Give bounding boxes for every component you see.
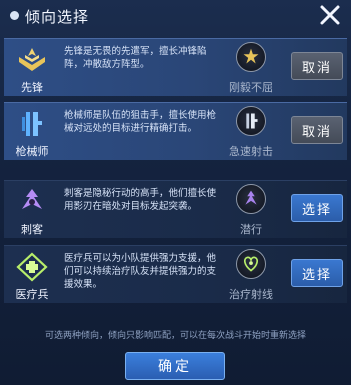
assassin-blade-icon bbox=[22, 189, 42, 209]
trait-name: 潜行 bbox=[240, 223, 262, 236]
footer-note: 可选两种倾向，倾向只影响匹配，可以在每次战斗开始时重新选择 bbox=[44, 331, 306, 341]
role-row-vanguard: 先锋 先锋是无畏的先遣军，擅长冲锋陷阵，冲散敌方阵型。 刚毅不屈 取消 bbox=[4, 38, 347, 96]
role-name: 刺客 bbox=[21, 223, 43, 236]
trait-stealth-icon bbox=[236, 184, 266, 214]
select-button[interactable]: 选择 bbox=[291, 194, 343, 222]
role-name: 枪械师 bbox=[15, 145, 49, 158]
trait-name: 刚毅不屈 bbox=[229, 81, 273, 94]
trait-name: 急速射击 bbox=[229, 145, 273, 158]
select-button[interactable]: 选择 bbox=[291, 259, 343, 287]
gunsmith-rifle-icon bbox=[22, 112, 42, 136]
confirm-button[interactable]: 确定 bbox=[125, 352, 225, 380]
trait-name: 治疗射线 bbox=[229, 288, 273, 301]
medic-cross-icon bbox=[16, 252, 48, 282]
role-description: 刺客是隐秘行动的高手，他们擅长使用影刃在暗处对目标发起突袭。 bbox=[64, 188, 217, 212]
dialog-header: 倾向选择 bbox=[0, 0, 351, 32]
role-description: 先锋是无畏的先遣军，擅长冲锋陷阵，冲散敌方阵型。 bbox=[64, 46, 207, 70]
tendency-dialog: 倾向选择 先锋 先锋是无畏的先遣军，擅长冲锋陷阵，冲散敌方阵型。 刚毅不屈 取消… bbox=[0, 0, 351, 385]
role-row-gunsmith: 枪械师 枪械师是队伍的狙击手，擅长使用枪械对远处的目标进行精确打击。 急速射击 … bbox=[4, 102, 347, 160]
role-description: 枪械师是队伍的狙击手，擅长使用枪械对远处的目标进行精确打击。 bbox=[64, 110, 217, 134]
role-name: 先锋 bbox=[21, 81, 43, 94]
trait-rapid-fire-icon bbox=[236, 106, 266, 136]
cancel-button[interactable]: 取消 bbox=[291, 116, 343, 144]
dialog-title: 倾向选择 bbox=[25, 8, 90, 26]
vanguard-chevron-icon bbox=[19, 48, 45, 71]
role-row-medic: 医疗兵 医疗兵可以为小队提供强力支援，他们可以持续治疗队友并提供强力的支援效果。… bbox=[4, 245, 347, 303]
trait-shield-icon bbox=[236, 42, 266, 72]
title-bullet-icon bbox=[10, 11, 19, 20]
role-description: 医疗兵可以为小队提供强力支援，他们可以持续治疗队友并提供强力的支援效果。 bbox=[64, 253, 217, 290]
trait-heal-beam-icon bbox=[236, 249, 266, 279]
role-name: 医疗兵 bbox=[15, 288, 49, 301]
cancel-button[interactable]: 取消 bbox=[291, 52, 343, 80]
role-row-assassin: 刺客 刺客是隐秘行动的高手，他们擅长使用影刃在暗处对目标发起突袭。 潜行 选择 bbox=[4, 180, 347, 238]
close-icon[interactable] bbox=[317, 2, 343, 28]
